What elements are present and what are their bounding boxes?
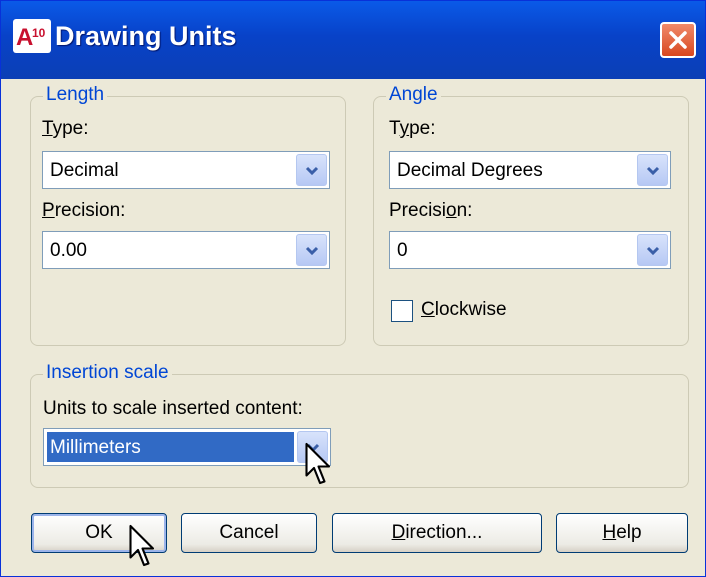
- mouse-pointer-icon: [129, 524, 155, 567]
- length-precision-label: Precision:: [42, 200, 126, 221]
- help-button[interactable]: Help: [556, 513, 688, 553]
- chevron-down-icon: [646, 166, 660, 176]
- close-button[interactable]: [660, 22, 696, 58]
- insertion-units-label: Units to scale inserted content:: [43, 398, 303, 419]
- angle-type-dropdown-button[interactable]: [637, 154, 668, 186]
- length-type-value: Decimal: [50, 160, 119, 181]
- chevron-down-icon: [305, 166, 319, 176]
- close-icon: [669, 31, 687, 49]
- direction-button[interactable]: Direction...: [332, 513, 542, 553]
- svg-text:10: 10: [32, 26, 46, 40]
- insertion-units-value: Millimeters: [50, 437, 141, 458]
- length-type-dropdown[interactable]: Decimal: [42, 151, 330, 189]
- angle-precision-dropdown-button[interactable]: [637, 234, 668, 266]
- cancel-button[interactable]: Cancel: [181, 513, 317, 553]
- length-type-label: Type:: [42, 118, 89, 139]
- chevron-down-icon: [305, 246, 319, 256]
- angle-type-value: Decimal Degrees: [397, 160, 543, 181]
- length-legend: Length: [43, 84, 108, 106]
- chevron-down-icon: [646, 246, 660, 256]
- angle-type-label: Type:: [389, 118, 436, 139]
- angle-type-dropdown[interactable]: Decimal Degrees: [389, 151, 671, 189]
- length-type-dropdown-button[interactable]: [296, 154, 327, 186]
- length-precision-dropdown-button[interactable]: [296, 234, 327, 266]
- clockwise-label[interactable]: Clockwise: [421, 299, 507, 321]
- title-bar[interactable]: A 10 Drawing Units: [1, 1, 705, 79]
- length-precision-dropdown[interactable]: 0.00: [42, 231, 330, 269]
- angle-precision-value: 0: [397, 240, 408, 261]
- autocad-app-icon: A 10: [13, 19, 51, 53]
- insertion-units-dropdown[interactable]: Millimeters: [43, 428, 331, 466]
- length-precision-value: 0.00: [50, 240, 87, 261]
- mouse-pointer-icon: [305, 442, 331, 485]
- svg-text:A: A: [16, 24, 33, 51]
- angle-legend: Angle: [386, 84, 441, 106]
- angle-precision-label: Precision:: [389, 200, 473, 221]
- clockwise-checkbox[interactable]: [391, 300, 413, 322]
- drawing-units-dialog: A 10 Drawing Units Length Type: Decimal …: [0, 0, 706, 577]
- window-title: Drawing Units: [55, 21, 237, 51]
- angle-precision-dropdown[interactable]: 0: [389, 231, 671, 269]
- insertion-scale-legend: Insertion scale: [43, 362, 172, 384]
